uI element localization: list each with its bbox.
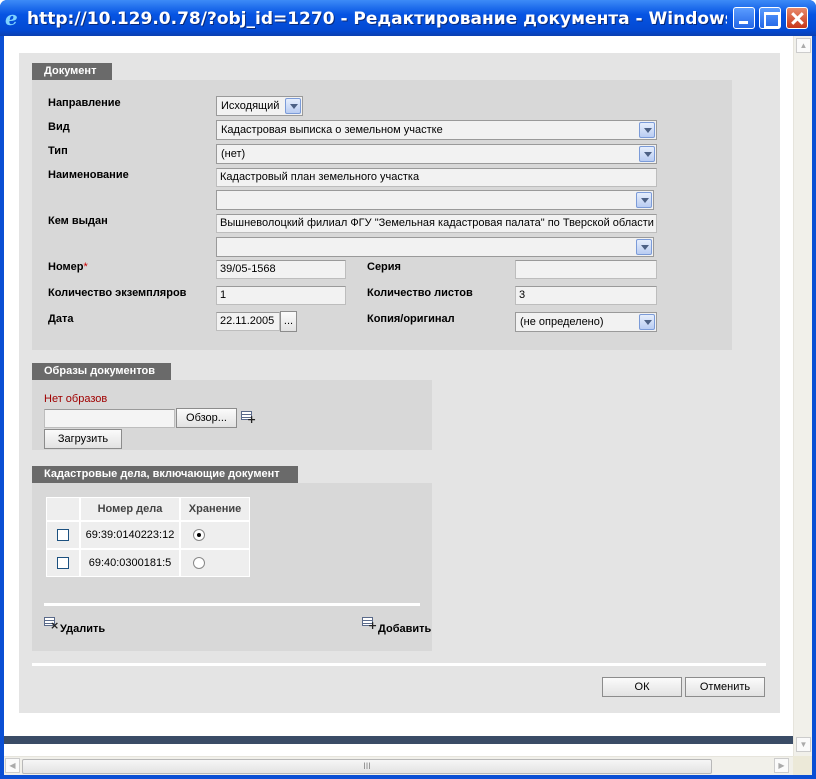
storage-radio[interactable] — [193, 529, 205, 541]
name-template-select[interactable] — [216, 190, 654, 210]
column-header-storage: Хранение — [180, 497, 250, 521]
chevron-down-icon[interactable] — [639, 146, 655, 162]
series-input[interactable] — [515, 260, 657, 279]
horizontal-scrollbar[interactable]: ◀ III ▶ — [4, 756, 793, 775]
issued-by-select[interactable] — [216, 237, 654, 257]
status-separator — [4, 736, 793, 744]
cases-section-header: Кадастровые дела, включающие документ — [32, 466, 298, 483]
storage-radio[interactable] — [193, 557, 205, 569]
required-mark: * — [83, 261, 88, 273]
browse-button[interactable]: Обзор... — [176, 408, 237, 428]
no-images-text: Нет образов — [44, 393, 108, 405]
number-label-text: Номер — [48, 261, 84, 273]
document-edit-form: Документ Направление Исходящий Вид Кадас… — [19, 53, 780, 713]
chevron-down-icon[interactable] — [285, 98, 301, 114]
sheets-input[interactable]: 3 — [515, 286, 657, 305]
scroll-up-icon[interactable]: ▲ — [796, 38, 811, 53]
number-label: Номер* — [48, 261, 88, 273]
maximize-button[interactable] — [759, 7, 781, 29]
close-button[interactable] — [786, 7, 808, 29]
footer-divider — [32, 663, 766, 666]
kind-value: Кадастровая выписка о земельном участке — [221, 124, 443, 136]
direction-select[interactable]: Исходящий — [216, 96, 303, 116]
date-picker-button[interactable]: ... — [280, 311, 297, 332]
document-panel: Направление Исходящий Вид Кадастровая вы… — [32, 80, 732, 350]
scroll-left-icon[interactable]: ◀ — [5, 758, 20, 773]
copies-label: Количество экземпляров — [48, 287, 187, 299]
issued-by-input[interactable]: Вышневолоцкий филиал ФГУ "Земельная када… — [216, 214, 657, 233]
kind-select[interactable]: Кадастровая выписка о земельном участке — [216, 120, 657, 140]
table-header-select — [46, 497, 80, 521]
file-path-input[interactable] — [44, 409, 175, 428]
case-number-cell: 69:39:0140223:12 — [80, 521, 180, 549]
ie-logo-icon: e — [5, 6, 18, 30]
copy-original-label: Копия/оригинал — [367, 313, 455, 325]
scroll-down-icon[interactable]: ▼ — [796, 737, 811, 752]
name-input[interactable]: Кадастровый план земельного участка — [216, 168, 657, 187]
delete-link[interactable]: Удалить — [60, 623, 105, 635]
date-input[interactable]: 22.11.2005 — [216, 312, 280, 331]
storage-cell — [180, 549, 250, 577]
column-header-case-number: Номер дела — [80, 497, 180, 521]
issued-by-label: Кем выдан — [48, 215, 108, 227]
case-number-cell: 69:40:0300181:5 — [80, 549, 180, 577]
document-section-header: Документ — [32, 63, 112, 80]
sheets-label: Количество листов — [367, 287, 473, 299]
series-label: Серия — [367, 261, 401, 273]
type-label: Тип — [48, 145, 68, 157]
add-image-icon[interactable]: + — [241, 411, 256, 425]
minimize-button[interactable] — [733, 7, 755, 29]
name-label: Наименование — [48, 169, 129, 181]
browser-window: e http://10.129.0.78/?obj_id=1270 - Реда… — [0, 0, 816, 779]
divider — [44, 603, 420, 606]
chevron-down-icon[interactable] — [636, 192, 652, 208]
ok-button[interactable]: ОК — [602, 677, 682, 697]
copy-original-select[interactable]: (не определено) — [515, 312, 657, 332]
direction-label: Направление — [48, 97, 121, 109]
title-bar[interactable]: e http://10.129.0.78/?obj_id=1270 - Реда… — [0, 0, 816, 36]
kind-label: Вид — [48, 121, 70, 133]
scrollbar-corner — [793, 756, 812, 775]
cases-panel: Номер дела Хранение 69:39:0140223:12 69:… — [32, 483, 432, 651]
window-client-area: Документ Направление Исходящий Вид Кадас… — [4, 36, 812, 775]
chevron-down-icon[interactable] — [636, 239, 652, 255]
images-panel: Нет образов Обзор... + Загрузить — [32, 380, 432, 450]
row-checkbox[interactable] — [57, 557, 69, 569]
direction-value: Исходящий — [221, 100, 280, 112]
add-row-icon[interactable]: + — [362, 617, 377, 631]
delete-row-icon[interactable]: × — [44, 617, 59, 631]
storage-cell — [180, 521, 250, 549]
scroll-right-icon[interactable]: ▶ — [774, 758, 789, 773]
copy-original-value: (не определено) — [520, 316, 604, 328]
chevron-down-icon[interactable] — [639, 122, 655, 138]
type-select[interactable]: (нет) — [216, 144, 657, 164]
cancel-button[interactable]: Отменить — [685, 677, 765, 697]
table-row-checkbox-cell — [46, 549, 80, 577]
add-link[interactable]: Добавить — [378, 623, 431, 635]
vertical-scrollbar[interactable]: ▲ ▼ — [793, 36, 812, 756]
date-label: Дата — [48, 313, 74, 325]
horizontal-scroll-thumb[interactable]: III — [22, 759, 712, 774]
number-input[interactable]: 39/05-1568 — [216, 260, 346, 279]
copies-input[interactable]: 1 — [216, 286, 346, 305]
table-row-checkbox-cell — [46, 521, 80, 549]
images-section-header: Образы документов — [32, 363, 171, 380]
row-checkbox[interactable] — [57, 529, 69, 541]
window-title: http://10.129.0.78/?obj_id=1270 - Редакт… — [27, 9, 727, 29]
type-value: (нет) — [221, 148, 246, 160]
upload-button[interactable]: Загрузить — [44, 429, 122, 449]
chevron-down-icon[interactable] — [639, 314, 655, 330]
